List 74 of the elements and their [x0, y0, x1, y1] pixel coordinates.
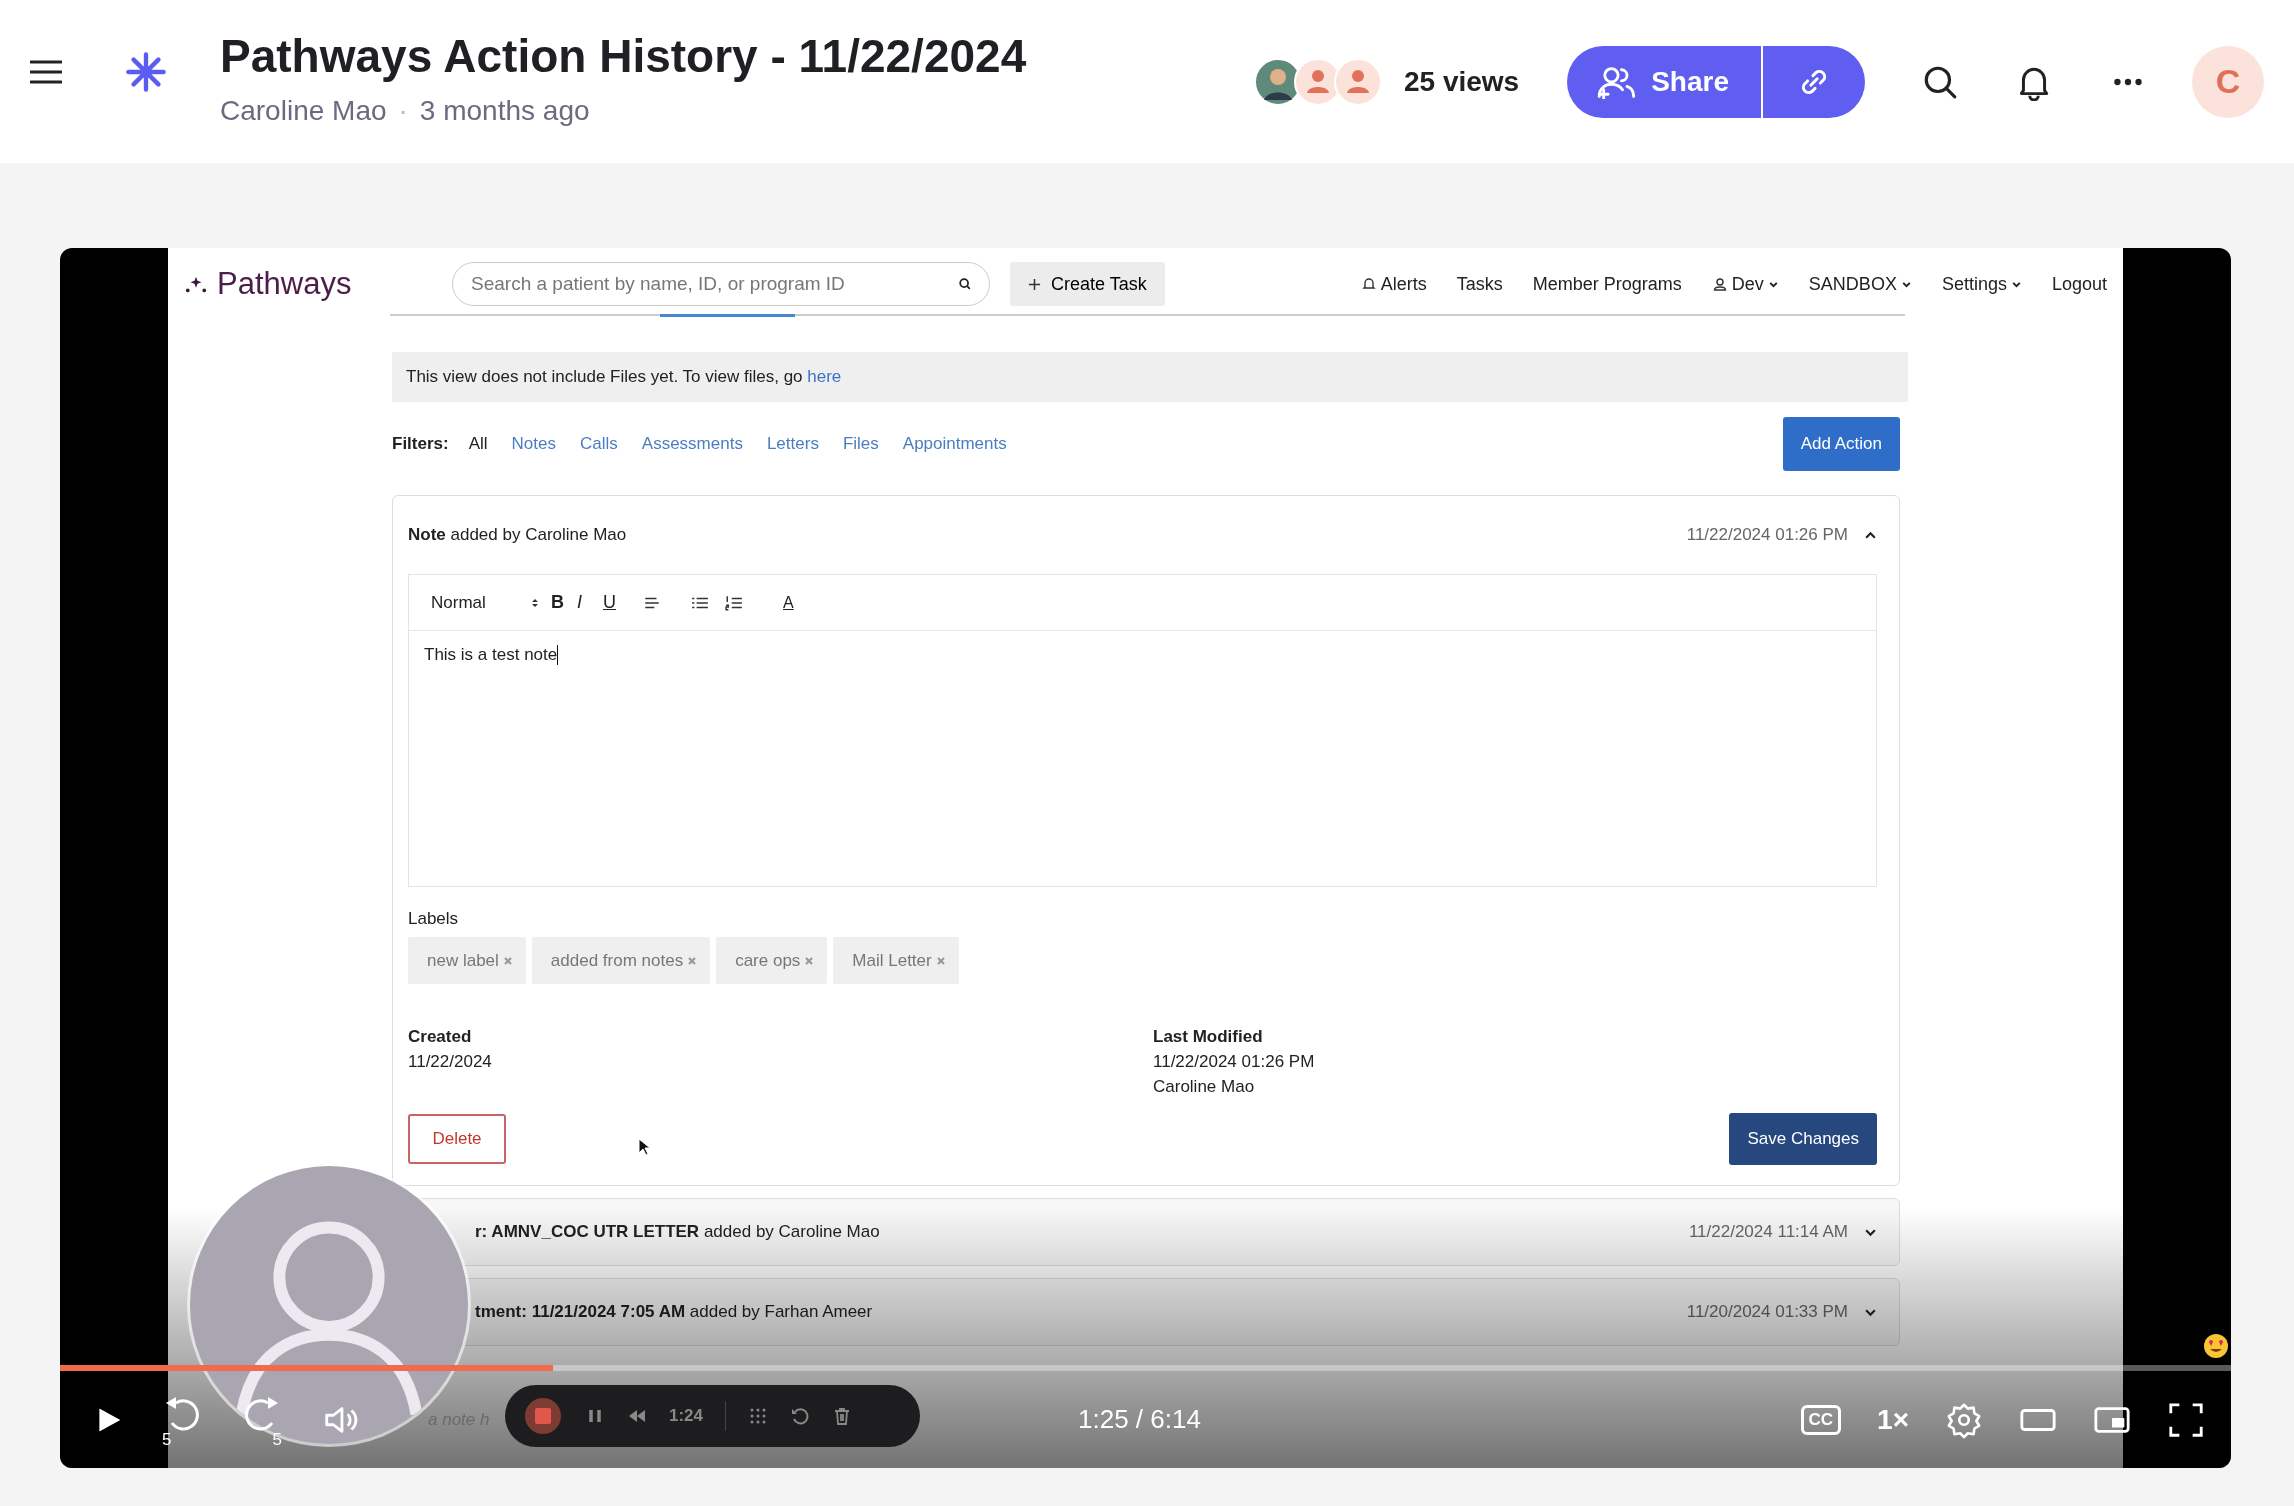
author-name[interactable]: Caroline Mao — [220, 94, 387, 127]
people-icon — [1597, 64, 1638, 99]
share-button[interactable]: Share — [1567, 45, 1763, 118]
undo-icon[interactable] — [790, 1406, 811, 1426]
label-tag[interactable]: new label — [408, 937, 526, 984]
filter-link[interactable]: Assessments — [641, 434, 743, 454]
playback-time: 1:25 / 6:14 — [1078, 1404, 1201, 1435]
upload-time: 3 months ago — [419, 94, 590, 127]
video-player[interactable] — [60, 248, 2231, 1468]
filter-link[interactable]: Letters — [766, 434, 819, 454]
created-label: Created — [408, 1026, 473, 1048]
text-color-button[interactable]: A — [783, 593, 794, 612]
here-link[interactable]: here — [807, 367, 842, 386]
save-changes-button[interactable]: Save Changes — [1729, 1113, 1877, 1165]
bell-icon — [1360, 276, 1377, 292]
note-editor[interactable]: Normal B I U A This is a test note — [408, 574, 1877, 887]
format-button[interactable]: I — [577, 592, 603, 613]
action-title[interactable]: tment: 11/21/2024 7:05 AM added by Farhan Ameer — [475, 1302, 873, 1322]
nav-link[interactable]: Dev — [1711, 273, 1779, 295]
modified-date: 11/22/2024 01:26 PM — [1153, 1051, 1316, 1073]
mouse-pointer-icon — [638, 1138, 650, 1156]
labels-heading: Labels — [408, 909, 460, 929]
nav-link[interactable]: Alerts — [1360, 273, 1427, 295]
label-tag[interactable]: Mail Letter — [833, 937, 959, 984]
label-tag[interactable]: added from notes — [531, 937, 711, 984]
search-icon[interactable] — [958, 277, 972, 291]
action-timestamp: 11/22/2024 11:14 AM — [1688, 1222, 1848, 1242]
action-title[interactable]: Note added by Caroline Mao — [408, 525, 627, 545]
plus-icon — [1028, 277, 1041, 291]
format-button[interactable]: U — [603, 592, 629, 613]
nav-link[interactable]: SANDBOX — [1808, 273, 1912, 295]
filters-label: Filters: — [392, 434, 449, 454]
logo-icon[interactable] — [124, 49, 168, 94]
emoji-icon — [2203, 1333, 2229, 1359]
nav-link[interactable]: Logout — [2051, 273, 2107, 295]
fullscreen-icon[interactable] — [2167, 1401, 2205, 1439]
format-button[interactable]: B — [551, 592, 577, 613]
separator-dot: · — [398, 94, 408, 127]
format-select[interactable]: Normal — [431, 592, 531, 613]
menu-icon[interactable] — [30, 59, 62, 84]
video-title: Pathways Action History - 11/22/2024 — [220, 28, 1027, 83]
modified-by: Caroline Mao — [1153, 1076, 1256, 1098]
nav-link[interactable]: Member Programs — [1532, 273, 1682, 295]
add-action-button[interactable]: Add Action — [1782, 417, 1900, 471]
filter-link[interactable]: All — [468, 434, 488, 454]
action-title[interactable]: r: AMNV_COC UTR LETTER added by Caroline Mao — [475, 1222, 880, 1242]
viewer-avatar — [1333, 57, 1382, 106]
label-tag[interactable]: care ops — [716, 937, 828, 984]
numbered-list-icon[interactable] — [725, 593, 743, 612]
view-count[interactable]: 25 views — [1403, 65, 1520, 98]
progress-track[interactable] — [60, 1365, 2231, 1371]
recording-timer: 1:24 — [669, 1406, 704, 1426]
action-timestamp: 11/22/2024 01:26 PM — [1686, 525, 1848, 545]
action-timestamp: 11/20/2024 01:33 PM — [1686, 1302, 1848, 1322]
copy-link-button[interactable] — [1763, 45, 1865, 118]
settings-icon[interactable] — [1945, 1401, 1983, 1439]
delete-button[interactable]: Delete — [408, 1114, 506, 1164]
filter-link[interactable]: Files — [842, 434, 879, 454]
nav-link[interactable]: Settings — [1941, 273, 2022, 295]
filter-link[interactable]: Appointments — [902, 434, 1007, 454]
filter-link[interactable]: Notes — [511, 434, 556, 454]
user-icon — [1711, 276, 1728, 292]
search-field[interactable]: Search a patient by name, ID, or program ID — [452, 262, 990, 306]
create-task-button[interactable]: Create Task — [1010, 262, 1165, 306]
stop-record-icon[interactable] — [523, 1396, 563, 1436]
created-date: 11/22/2024 — [408, 1051, 493, 1073]
nav-link[interactable]: Tasks — [1456, 273, 1503, 295]
banner-text: This view does not include Files yet. To view files, go here — [406, 367, 842, 387]
skip-back-button[interactable]: 5 — [162, 1393, 202, 1449]
note-text[interactable]: This is a test note — [409, 631, 1876, 665]
app-logo[interactable]: Pathways — [217, 266, 352, 302]
updown-icon — [531, 596, 539, 609]
modified-label: Last Modified — [1153, 1026, 1264, 1048]
filter-link[interactable]: Calls — [580, 434, 618, 454]
